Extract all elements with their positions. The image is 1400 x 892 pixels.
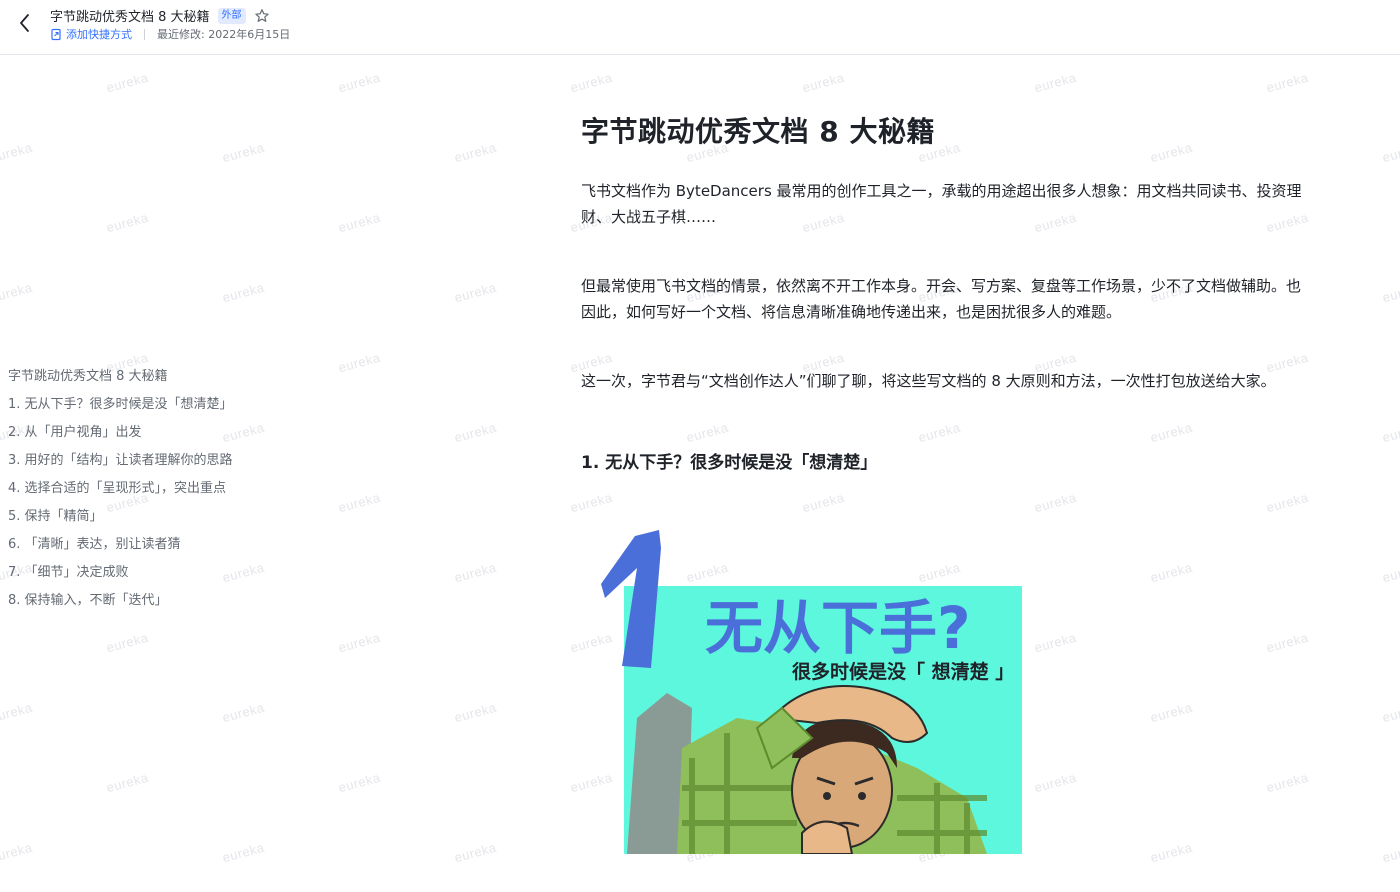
watermark-text: eureka <box>1148 839 1194 866</box>
watermark-text: eureka <box>800 489 846 516</box>
watermark-text: eureka <box>1032 629 1078 656</box>
outline-item[interactable]: 6. 「清晰」表达，别让读者猜 <box>8 534 233 562</box>
outline-root[interactable]: 字节跳动优秀文档 8 大秘籍 <box>8 366 233 394</box>
watermark-text: eureka <box>104 209 150 236</box>
watermark-text: eureka <box>336 69 382 96</box>
star-icon[interactable] <box>254 8 270 24</box>
watermark-text: eureka <box>220 839 266 866</box>
illustration-subline: 很多时候是没「 想清楚 」 <box>792 660 1014 683</box>
illustration-eye <box>858 792 866 800</box>
watermark-text: eureka <box>1148 699 1194 726</box>
watermark-text: eureka <box>1380 279 1400 306</box>
watermark-text: eureka <box>336 209 382 236</box>
watermark-text: eureka <box>1264 629 1310 656</box>
doc-heading: 字节跳动优秀文档 8 大秘籍 <box>581 115 935 148</box>
watermark-text: eureka <box>1264 769 1310 796</box>
watermark-text: eureka <box>336 489 382 516</box>
watermark-text: eureka <box>220 279 266 306</box>
external-badge: 外部 <box>217 7 246 24</box>
watermark-text: eureka <box>568 69 614 96</box>
watermark-text: eureka <box>1380 839 1400 866</box>
watermark-text: eureka <box>1032 769 1078 796</box>
outline-item[interactable]: 3. 用好的「结构」让读者理解你的思路 <box>8 450 233 478</box>
outline-item[interactable]: 8. 保持输入，不断「迭代」 <box>8 590 233 618</box>
watermark-text: eureka <box>452 139 498 166</box>
watermark-text: eureka <box>0 699 34 726</box>
shortcut-icon <box>50 28 63 41</box>
watermark-text: eureka <box>568 489 614 516</box>
watermark-text: eureka <box>1380 419 1400 446</box>
add-shortcut-label: 添加快捷方式 <box>66 28 132 41</box>
watermark-text: eureka <box>1148 559 1194 586</box>
watermark-text: eureka <box>452 419 498 446</box>
paragraph: 这一次，字节君与“文档创作达人”们聊了聊，将这些写文档的 8 大原则和方法，一次… <box>581 372 1276 390</box>
watermark-text: eureka <box>452 279 498 306</box>
watermark-text: eureka <box>1032 489 1078 516</box>
meta-divider <box>144 28 145 40</box>
back-button[interactable] <box>14 10 36 36</box>
watermark-text: eureka <box>1264 69 1310 96</box>
watermark-text: eureka <box>220 139 266 166</box>
doc-body: 字节跳动优秀文档 8 大秘籍 飞书文档作为 ByteDancers 最常用的创作… <box>581 110 1311 476</box>
watermark-text: eureka <box>1032 69 1078 96</box>
illustration-eye <box>823 792 831 800</box>
watermark-text: eureka <box>336 769 382 796</box>
chevron-left-icon <box>20 14 29 32</box>
watermark-text: eureka <box>104 69 150 96</box>
section-heading: 1. 无从下手？很多时候是没「想清楚」 <box>581 453 878 473</box>
watermark-text: eureka <box>1264 489 1310 516</box>
outline-panel: 字节跳动优秀文档 8 大秘籍 1. 无从下手？很多时候是没「想清楚」 2. 从「… <box>8 366 233 618</box>
watermark-text: eureka <box>0 139 34 166</box>
paragraph: 但最常使用飞书文档的情景，依然离不开工作本身。开会、写方案、复盘等工作场景，少不… <box>581 277 1302 321</box>
outline-item[interactable]: 2. 从「用户视角」出发 <box>8 422 233 450</box>
watermark-text: eureka <box>220 699 266 726</box>
doc-title: 字节跳动优秀文档 8 大秘籍 <box>50 10 210 25</box>
paragraph: 飞书文档作为 ByteDancers 最常用的创作工具之一，承载的用途超出很多人… <box>581 182 1302 226</box>
watermark-text: eureka <box>336 349 382 376</box>
watermark-text: eureka <box>104 629 150 656</box>
watermark-text: eureka <box>1380 699 1400 726</box>
watermark-text: eureka <box>0 839 34 866</box>
watermark-text: eureka <box>800 69 846 96</box>
outline-item[interactable]: 7. 「细节」决定成败 <box>8 562 233 590</box>
doc-header: 字节跳动优秀文档 8 大秘籍 外部 添加快捷方式 最近修改: 2022年6月15… <box>0 0 1400 55</box>
watermark-text: eureka <box>452 839 498 866</box>
watermark-text: eureka <box>1380 139 1400 166</box>
watermark-text: eureka <box>452 559 498 586</box>
illustration-image: 无从下手? 很多时候是没「 想清楚 」 <box>597 528 1027 855</box>
watermark-text: eureka <box>336 629 382 656</box>
watermark-text: eureka <box>104 769 150 796</box>
last-modified: 最近修改: 2022年6月15日 <box>157 28 291 41</box>
outline-item[interactable]: 1. 无从下手？很多时候是没「想清楚」 <box>8 394 233 422</box>
outline-item[interactable]: 5. 保持「精简」 <box>8 506 233 534</box>
illustration-headline: 无从下手? <box>705 594 971 662</box>
add-shortcut-button[interactable]: 添加快捷方式 <box>50 26 132 42</box>
watermark-text: eureka <box>452 699 498 726</box>
illustration-chin-hand <box>801 820 854 855</box>
outline-item[interactable]: 4. 选择合适的「呈现形式」，突出重点 <box>8 478 233 506</box>
watermark-text: eureka <box>1380 559 1400 586</box>
watermark-text: eureka <box>0 279 34 306</box>
